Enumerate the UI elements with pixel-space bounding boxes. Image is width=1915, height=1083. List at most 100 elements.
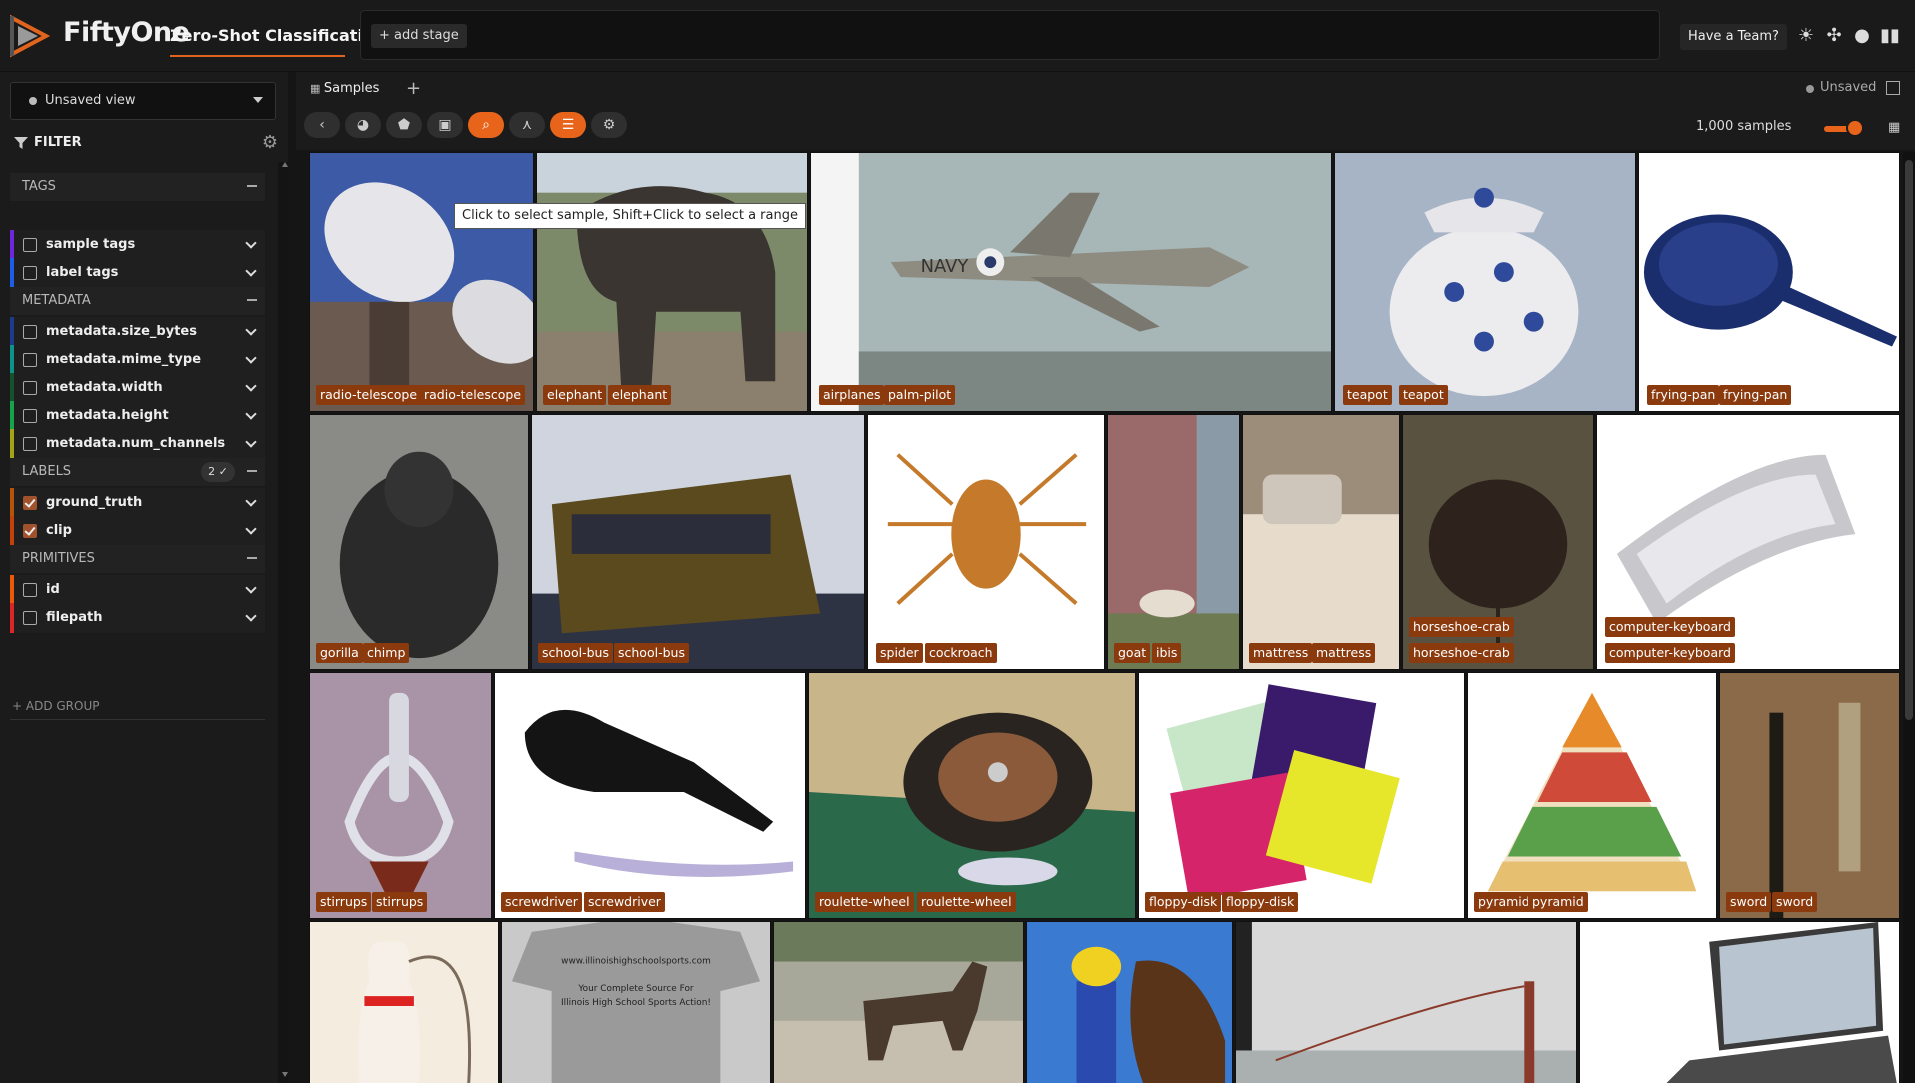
- gear-icon[interactable]: ⚙: [262, 132, 278, 153]
- grid-view-icon[interactable]: ▦: [1888, 120, 1904, 136]
- group-labels[interactable]: LABELS 2 ✓: [10, 458, 265, 486]
- field-label: metadata.mime_type: [46, 352, 202, 367]
- scroll-down-icon[interactable]: [282, 1072, 288, 1077]
- sample-tile[interactable]: teapot teapot: [1334, 152, 1636, 412]
- ground-truth-label: horseshoe-crab: [1409, 617, 1514, 637]
- field-checkbox[interactable]: [23, 325, 37, 339]
- grid-scrollbar-thumb[interactable]: [1905, 160, 1913, 720]
- slack-icon[interactable]: ✣: [1823, 25, 1845, 47]
- tab-samples[interactable]: ▦ Samples: [300, 76, 389, 102]
- field-checkbox[interactable]: [23, 238, 37, 252]
- add-group-button[interactable]: + ADD GROUP: [12, 699, 99, 713]
- sample-tile[interactable]: horseshoe-crab horseshoe-crab: [1402, 414, 1594, 670]
- gear-icon[interactable]: ⚙: [591, 112, 627, 138]
- add-stage-button[interactable]: + add stage: [371, 24, 467, 48]
- field-width[interactable]: metadata.width: [10, 373, 265, 403]
- zoom-slider-handle[interactable]: [1846, 119, 1864, 137]
- chevron-down-icon[interactable]: [245, 436, 257, 448]
- sample-tile[interactable]: elephant elephant: [536, 152, 808, 412]
- sample-tile[interactable]: pyramid pyramid: [1467, 672, 1717, 919]
- chevron-down-icon[interactable]: [245, 495, 257, 507]
- field-num-channels[interactable]: metadata.num_channels: [10, 429, 265, 459]
- collapse-icon[interactable]: [247, 557, 257, 559]
- sidebar-scrollbar[interactable]: [278, 162, 288, 1083]
- sample-tile[interactable]: [1579, 921, 1900, 1083]
- field-checkbox[interactable]: [23, 583, 37, 597]
- group-tags[interactable]: TAGS: [10, 173, 265, 201]
- chevron-down-icon[interactable]: [245, 265, 257, 277]
- field-clip[interactable]: clip: [10, 516, 265, 546]
- sample-tile[interactable]: frying-pan frying-pan: [1638, 152, 1900, 412]
- collapse-icon[interactable]: [247, 185, 257, 187]
- chevron-down-icon[interactable]: [245, 352, 257, 364]
- sample-tile[interactable]: [1026, 921, 1233, 1083]
- field-checkbox[interactable]: [23, 381, 37, 395]
- field-mime-type[interactable]: metadata.mime_type: [10, 345, 265, 375]
- sample-tile[interactable]: www.illinoishighschoolsports.com Your Co…: [501, 921, 771, 1083]
- sun-icon[interactable]: ☀: [1795, 25, 1817, 47]
- field-id[interactable]: id: [10, 575, 265, 605]
- group-primitives[interactable]: PRIMITIVES: [10, 545, 265, 573]
- field-height[interactable]: metadata.height: [10, 401, 265, 431]
- chevron-down-icon[interactable]: [245, 582, 257, 594]
- add-panel-button[interactable]: +: [406, 78, 421, 99]
- dataset-name[interactable]: Zero-Shot Classification: [170, 26, 385, 45]
- split-layout-icon[interactable]: [1886, 81, 1900, 95]
- group-metadata[interactable]: METADATA: [10, 287, 265, 315]
- sample-tile[interactable]: [309, 921, 499, 1083]
- field-filepath[interactable]: filepath: [10, 603, 265, 633]
- fiftyone-logo[interactable]: [10, 14, 50, 58]
- view-stage-bar[interactable]: + add stage: [360, 10, 1660, 60]
- field-checkbox[interactable]: [23, 409, 37, 423]
- sample-tile[interactable]: school-bus school-bus: [531, 414, 865, 670]
- sample-tile[interactable]: radio-telescope radio-telescope: [309, 152, 534, 412]
- patches-icon[interactable]: ▣: [427, 112, 463, 138]
- have-a-team-button[interactable]: Have a Team?: [1680, 24, 1787, 50]
- book-icon[interactable]: ▮▮: [1879, 25, 1901, 47]
- field-checkbox[interactable]: [23, 353, 37, 367]
- view-select[interactable]: Unsaved view: [10, 82, 276, 120]
- field-size-bytes[interactable]: metadata.size_bytes: [10, 317, 265, 347]
- list-icon[interactable]: ☰: [550, 112, 586, 138]
- sample-grid[interactable]: radio-telescope radio-telescope elephant…: [305, 152, 1900, 1083]
- github-icon[interactable]: ●: [1851, 25, 1873, 47]
- chevron-down-icon[interactable]: [245, 408, 257, 420]
- sample-tile[interactable]: goat ibis: [1107, 414, 1240, 670]
- sample-image: [310, 673, 491, 918]
- field-checkbox[interactable]: [23, 496, 37, 510]
- sample-tile[interactable]: NAVY airplanes palm-pilot: [810, 152, 1332, 412]
- sample-tile[interactable]: computer-keyboard computer-keyboard: [1596, 414, 1900, 670]
- field-label-tags[interactable]: label tags: [10, 258, 265, 288]
- chevron-down-icon[interactable]: [245, 237, 257, 249]
- field-checkbox[interactable]: [23, 437, 37, 451]
- color-palette-icon[interactable]: ◕: [345, 112, 381, 138]
- chevron-down-icon[interactable]: [245, 610, 257, 622]
- sample-tile[interactable]: mattress mattress: [1242, 414, 1400, 670]
- back-button[interactable]: ‹: [304, 112, 340, 138]
- collapse-icon[interactable]: [247, 470, 257, 472]
- sample-tile[interactable]: spider cockroach: [867, 414, 1105, 670]
- labels-count-badge[interactable]: 2 ✓: [201, 462, 235, 482]
- sample-tile[interactable]: sword sword: [1719, 672, 1900, 919]
- collapse-icon[interactable]: [247, 299, 257, 301]
- field-checkbox[interactable]: [23, 266, 37, 280]
- sample-tile[interactable]: stirrups stirrups: [309, 672, 492, 919]
- embeddings-icon[interactable]: ⋏: [509, 112, 545, 138]
- chevron-down-icon[interactable]: [245, 523, 257, 535]
- search-icon[interactable]: ⌕: [468, 112, 504, 138]
- sample-tile[interactable]: screwdriver screwdriver: [494, 672, 806, 919]
- sample-tile[interactable]: floppy-disk floppy-disk: [1138, 672, 1465, 919]
- tag-icon[interactable]: ⬟: [386, 112, 422, 138]
- scroll-up-icon[interactable]: [282, 162, 288, 167]
- field-sample-tags[interactable]: sample tags: [10, 230, 265, 260]
- sample-tile[interactable]: [1235, 921, 1577, 1083]
- sample-tile[interactable]: gorilla chimp: [309, 414, 529, 670]
- chevron-down-icon[interactable]: [245, 380, 257, 392]
- ground-truth-label: pyramid: [1474, 892, 1534, 912]
- field-checkbox[interactable]: [23, 611, 37, 625]
- field-checkbox[interactable]: [23, 524, 37, 538]
- chevron-down-icon[interactable]: [245, 324, 257, 336]
- field-ground-truth[interactable]: ground_truth: [10, 488, 265, 518]
- sample-tile[interactable]: roulette-wheel roulette-wheel: [808, 672, 1136, 919]
- sample-tile[interactable]: [773, 921, 1024, 1083]
